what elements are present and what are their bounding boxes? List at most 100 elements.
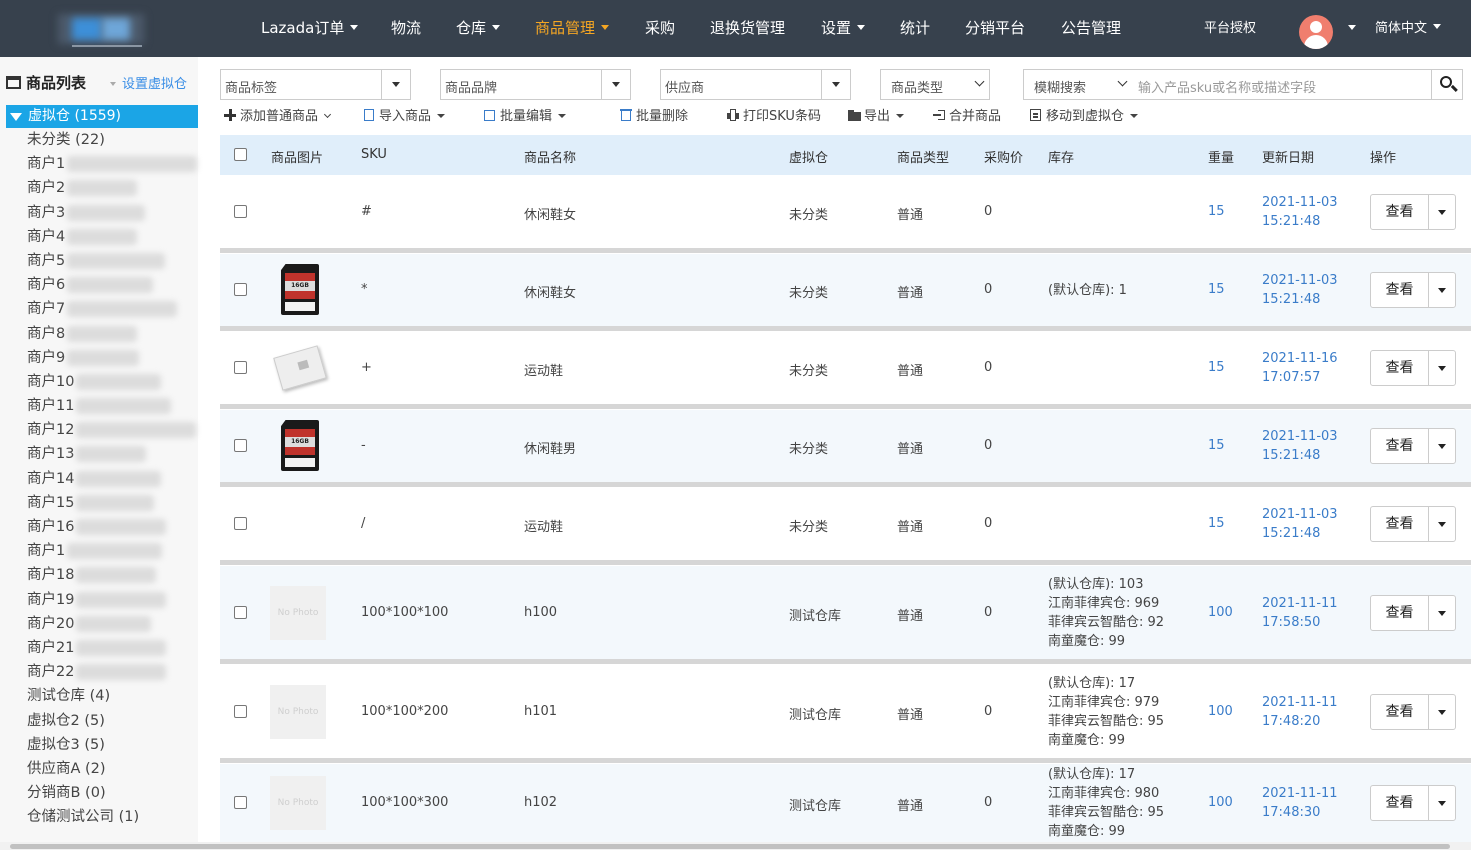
sd-card-image[interactable]: 16GB	[270, 419, 326, 473]
tree-item[interactable]: 商户22	[6, 660, 198, 684]
tag-select[interactable]: 商品标签	[220, 69, 411, 100]
row-checkbox[interactable]	[234, 283, 247, 296]
tree-item[interactable]: 商户18	[6, 563, 198, 587]
tree-item[interactable]: 测试仓库 (4)	[6, 684, 198, 708]
dropdown-icon[interactable]	[821, 70, 850, 99]
horizontal-scrollbar[interactable]	[0, 842, 1471, 850]
view-button[interactable]: 查看	[1371, 429, 1429, 463]
tree-item[interactable]: 商户9	[6, 346, 198, 370]
tree-item[interactable]: 商户20	[6, 612, 198, 636]
view-button[interactable]: 查看	[1371, 195, 1429, 229]
row-checkbox[interactable]	[234, 517, 247, 530]
tree-item[interactable]: 供应商A (2)	[6, 757, 198, 781]
product-thumbnail[interactable]: No Photo	[270, 684, 326, 739]
view-button[interactable]: 查看	[1371, 786, 1429, 820]
nav-item-5[interactable]: 退换货管理	[710, 0, 785, 57]
action-dropdown-caret-icon[interactable]	[1429, 695, 1455, 729]
tree-item[interactable]: 分销商B (0)	[6, 781, 198, 805]
tree-item[interactable]: 商户14	[6, 467, 198, 491]
nav-item-2[interactable]: 仓库	[456, 0, 501, 57]
dropdown-icon[interactable]	[381, 70, 410, 99]
dropdown-icon[interactable]	[601, 70, 630, 99]
tree-item[interactable]: 商户7	[6, 297, 198, 321]
search-button[interactable]	[1431, 69, 1463, 100]
nav-item-7[interactable]: 统计	[900, 0, 930, 57]
nav-item-8[interactable]: 分销平台	[965, 0, 1025, 57]
view-button[interactable]: 查看	[1371, 507, 1429, 541]
supplier-select[interactable]: 供应商	[660, 69, 851, 100]
batch-delete-button[interactable]: 批量删除	[620, 107, 688, 127]
user-menu-caret-icon[interactable]	[1342, 0, 1356, 57]
merge-product-button[interactable]: 合并商品	[933, 107, 1001, 127]
tree-item[interactable]: 商户15	[6, 491, 198, 515]
row-checkbox[interactable]	[234, 704, 247, 718]
nav-item-0[interactable]: Lazada订单	[261, 0, 359, 57]
product-thumbnail[interactable]: No Photo	[270, 776, 326, 830]
row-checkbox[interactable]	[234, 205, 247, 218]
action-dropdown-caret-icon[interactable]	[1429, 429, 1455, 463]
tree-root-virtual-warehouse[interactable]: 虚拟仓 (1559)	[6, 105, 198, 128]
tree-item[interactable]: 商户11	[6, 394, 198, 418]
tree-item[interactable]: 商户19	[6, 588, 198, 612]
tree-item[interactable]: 商户3	[6, 201, 198, 225]
import-file-icon	[363, 109, 375, 121]
view-button[interactable]: 查看	[1371, 694, 1429, 729]
logo[interactable]	[58, 10, 144, 48]
platform-auth-link[interactable]: 平台授权	[1204, 0, 1256, 57]
tree-item[interactable]: 商户1	[6, 539, 198, 563]
action-dropdown-caret-icon[interactable]	[1429, 351, 1455, 385]
tree-item[interactable]: 仓储测试公司 (1)	[6, 805, 198, 829]
nav-item-9[interactable]: 公告管理	[1061, 0, 1121, 57]
tree-item[interactable]: 虚拟仓3 (5)	[6, 733, 198, 757]
nav-item-6[interactable]: 设置	[821, 0, 866, 57]
batch-edit-button[interactable]: 批量编辑	[484, 107, 567, 127]
add-product-button[interactable]: 添加普通商品	[224, 107, 332, 127]
envelope-image[interactable]	[270, 341, 327, 395]
nav-item-1[interactable]: 物流	[391, 0, 421, 57]
action-dropdown-caret-icon[interactable]	[1429, 786, 1455, 820]
import-product-button[interactable]: 导入商品	[363, 107, 446, 127]
tree-item[interactable]: 商户2	[6, 176, 198, 200]
row-checkbox[interactable]	[234, 605, 247, 619]
tree-item[interactable]: 商户13	[6, 442, 198, 466]
col-sku[interactable]: SKU	[361, 147, 387, 162]
language-select[interactable]: 简体中文	[1375, 0, 1442, 57]
row-action-group: 查看	[1370, 506, 1456, 542]
move-to-virtual-button[interactable]: 移动到虚拟仓	[1030, 107, 1139, 127]
tree-item[interactable]: 商户21	[6, 636, 198, 660]
action-dropdown-caret-icon[interactable]	[1429, 273, 1455, 307]
brand-select[interactable]: 商品品牌	[440, 69, 631, 100]
tree-item[interactable]: 虚拟仓2 (5)	[6, 709, 198, 733]
action-dropdown-caret-icon[interactable]	[1429, 195, 1455, 229]
row-checkbox[interactable]	[234, 361, 247, 374]
expand-icon[interactable]	[10, 113, 22, 121]
search-mode-select[interactable]: 模糊搜索	[1023, 69, 1133, 100]
tree-item[interactable]: 商户5	[6, 249, 198, 273]
select-all-checkbox[interactable]	[234, 148, 247, 161]
tree-item[interactable]: 商户6	[6, 273, 198, 297]
action-dropdown-caret-icon[interactable]	[1429, 507, 1455, 541]
tree-item[interactable]: 商户16	[6, 515, 198, 539]
product-thumbnail[interactable]: No Photo	[270, 585, 326, 640]
nav-item-4[interactable]: 采购	[645, 0, 675, 57]
view-button[interactable]: 查看	[1371, 595, 1429, 630]
search-input[interactable]: 输入产品sku或名称或描述字段	[1132, 69, 1432, 100]
export-button[interactable]: 导出	[848, 107, 905, 127]
row-checkbox[interactable]	[234, 796, 247, 809]
print-sku-button[interactable]: 打印SKU条码	[727, 107, 821, 127]
tree-item[interactable]: 商户12	[6, 418, 198, 442]
tree-item[interactable]: 未分类 (22)	[6, 128, 198, 152]
user-avatar[interactable]	[1299, 15, 1333, 49]
tree-item[interactable]: 商户8	[6, 322, 198, 346]
sd-card-image[interactable]: 16GB	[270, 263, 326, 317]
tree-item[interactable]: 商户4	[6, 225, 198, 249]
tree-item[interactable]: 商户10	[6, 370, 198, 394]
row-checkbox[interactable]	[234, 439, 247, 452]
view-button[interactable]: 查看	[1371, 351, 1429, 385]
nav-item-3[interactable]: 商品管理	[535, 0, 610, 57]
product-type-select[interactable]: 商品类型	[880, 69, 990, 100]
view-button[interactable]: 查看	[1371, 273, 1429, 307]
set-virtual-warehouse-link[interactable]: 设置虚拟仓	[110, 73, 187, 92]
action-dropdown-caret-icon[interactable]	[1429, 596, 1455, 630]
tree-item[interactable]: 商户1	[6, 152, 198, 176]
